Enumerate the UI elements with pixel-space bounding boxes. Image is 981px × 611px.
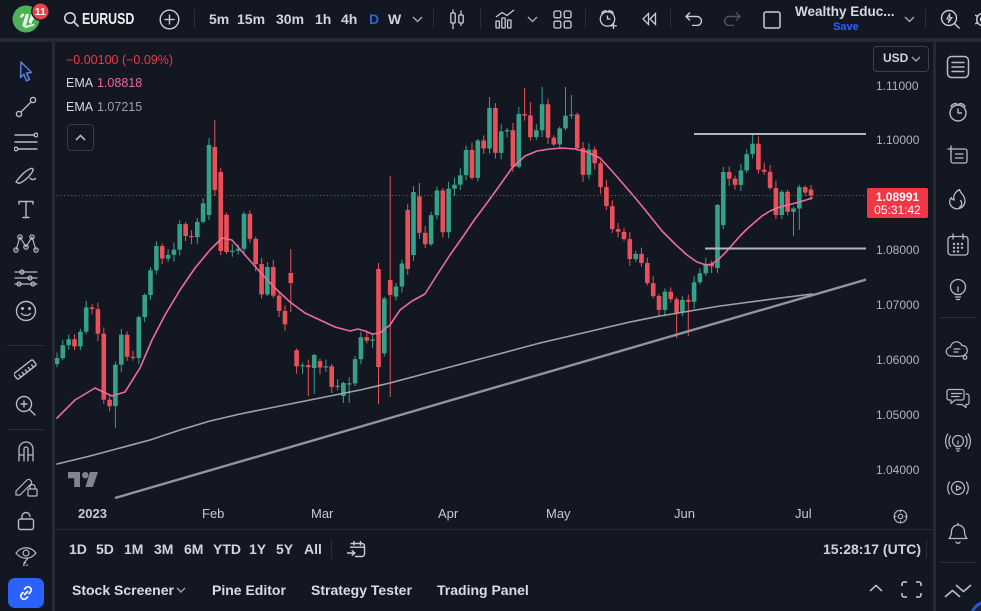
svg-text:11: 11 [35, 6, 46, 18]
